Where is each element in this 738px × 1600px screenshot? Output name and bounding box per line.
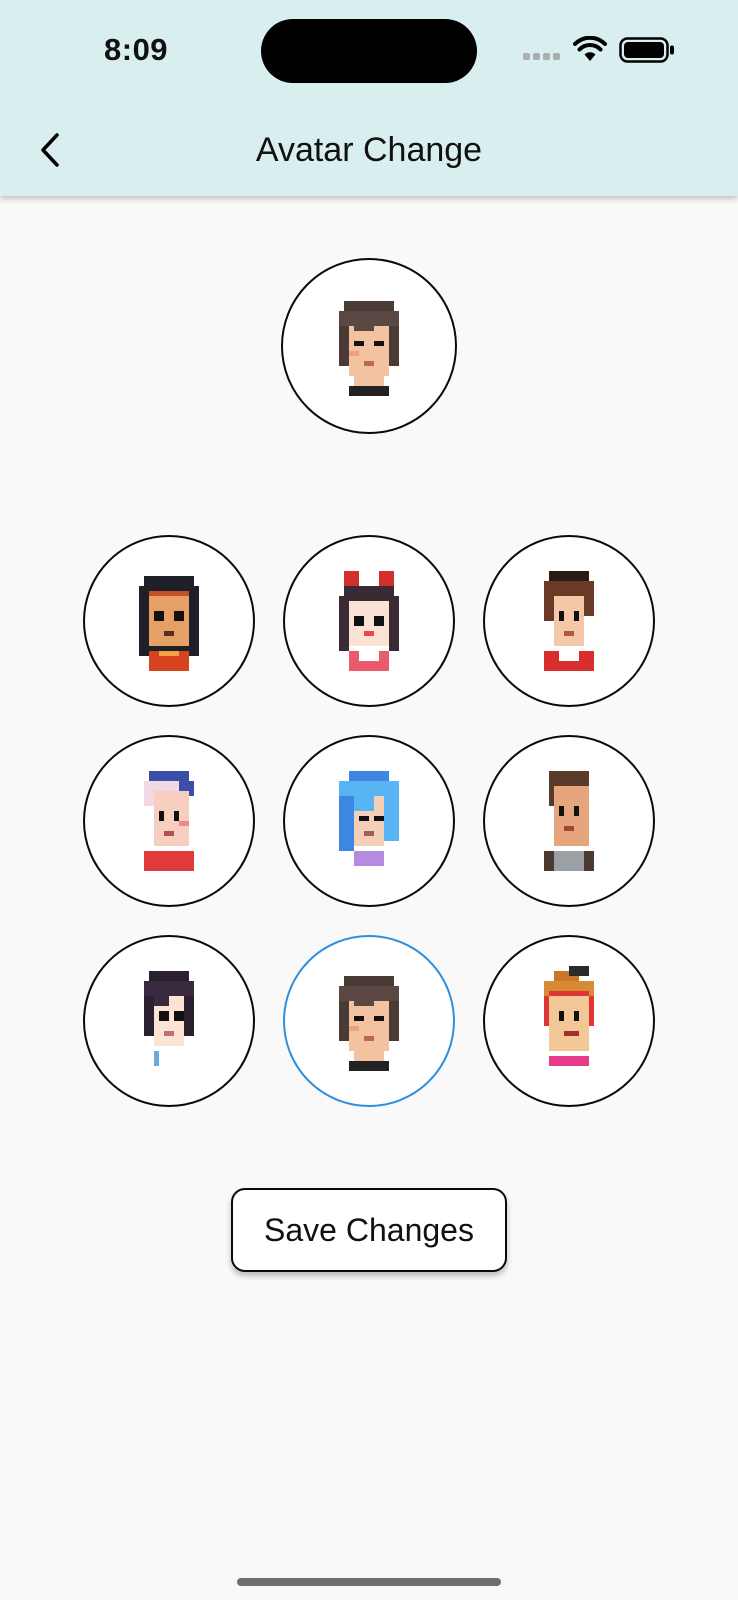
avatar-boy-brown-spiky-hair: [544, 571, 594, 671]
avatar-option[interactable]: [83, 735, 255, 907]
avatar-option[interactable]: [483, 535, 655, 707]
cellular-signal-icon: [523, 53, 563, 61]
page-title: Avatar Change: [255, 131, 483, 169]
avatar-option[interactable]: [483, 735, 655, 907]
avatar-male-brown-hair: [339, 976, 399, 1071]
avatar-option[interactable]: [283, 535, 455, 707]
avatar-girl-blue-hair: [339, 771, 399, 866]
wifi-icon: [573, 36, 607, 61]
avatar-option[interactable]: [283, 735, 455, 907]
avatar-option[interactable]: [483, 935, 655, 1107]
app-header: 8:09 Avatar Change: [0, 0, 738, 196]
avatar-boy-brown-hair-gray-shirt: [544, 771, 594, 871]
avatar-boy-dark-hair: [144, 971, 194, 1066]
avatar-male-brown-hair: [339, 301, 399, 396]
avatar-option[interactable]: [83, 935, 255, 1107]
avatar-option[interactable]: [83, 535, 255, 707]
avatar-boy-white-hair-cap: [144, 771, 194, 871]
status-time: 8:09: [104, 32, 169, 67]
avatar-girl-red-bow: [339, 571, 399, 671]
avatar-girl-orange-hair-headband: [544, 966, 594, 1066]
avatar-option-selected[interactable]: [283, 935, 455, 1107]
home-indicator[interactable]: [237, 1578, 501, 1586]
current-avatar: [281, 258, 457, 434]
save-changes-button[interactable]: Save Changes: [231, 1188, 507, 1272]
battery-icon: [619, 37, 674, 63]
dynamic-island: [261, 19, 477, 83]
avatar-girl-black-hair: [139, 576, 199, 671]
